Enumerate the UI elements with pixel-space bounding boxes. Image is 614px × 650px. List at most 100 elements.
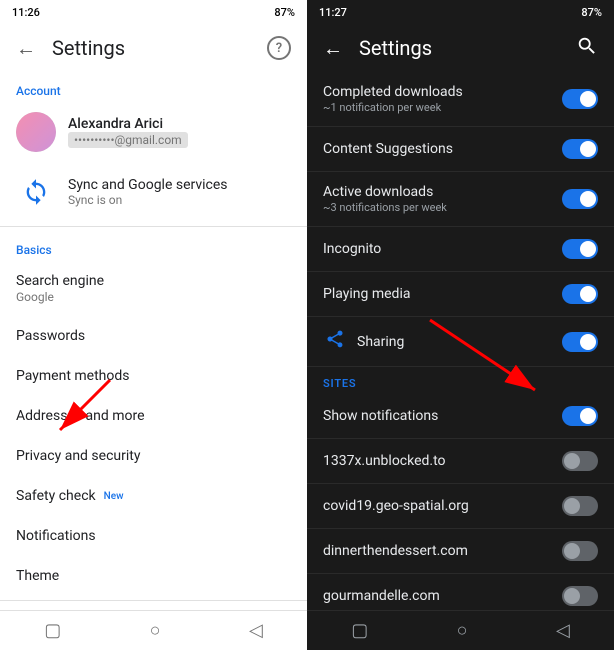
account-row[interactable]: Alexandra Arici ••••••••••@gmail.com [0,102,307,162]
dark-item-left-media: Playing media [323,286,562,302]
top-bar-right: ← Settings [307,24,614,72]
nav-circle-right[interactable]: ○ [457,620,468,641]
battery-right: 87% [581,6,602,19]
toggle-incognito[interactable] [562,239,598,259]
content-suggestions-title: Content Suggestions [323,141,453,157]
item-title-passwords: Passwords [16,328,291,344]
right-panel: 11:27 87% ← Settings Complet [307,0,614,650]
top-bar-left-group: ← Settings [16,36,125,61]
dark-item-site-dinner[interactable]: dinnerthendessert.com [307,529,614,574]
active-downloads-subtitle: ~3 notifications per week [323,201,447,214]
back-arrow-right[interactable]: ← [323,36,343,61]
dark-item-left-incognito: Incognito [323,241,562,257]
completed-downloads-title: Completed downloads [323,84,463,100]
item-title-addresses: Addresses and more [16,408,291,424]
dark-item-sharing[interactable]: Sharing [307,317,614,367]
page-title-right: Settings [359,36,432,60]
dark-item-show-notifications[interactable]: Show notifications [307,394,614,439]
dark-item-left-gourmandelle: gourmandelle.com [323,588,562,604]
section-label-basics: Basics [0,231,307,261]
site-gourmandelle-title: gourmandelle.com [323,588,440,604]
nav-back-left[interactable]: ◁ [249,620,263,641]
back-arrow-left[interactable]: ← [16,36,36,61]
completed-downloads-subtitle: ~1 notification per week [323,101,463,114]
avatar [16,112,56,152]
dark-item-text-gourmandelle: gourmandelle.com [323,588,440,604]
settings-item-safety[interactable]: Safety check New [0,476,307,516]
toggle-playing-media[interactable] [562,284,598,304]
dark-item-text-show-notif: Show notifications [323,408,438,424]
account-info: Alexandra Arici ••••••••••@gmail.com [68,116,188,148]
dark-item-site-1337x[interactable]: 1337x.unblocked.to [307,439,614,484]
settings-item-passwords[interactable]: Passwords [0,316,307,356]
dark-item-left-dinner: dinnerthendessert.com [323,543,562,559]
toggle-show-notifications[interactable] [562,406,598,426]
toggle-active-downloads[interactable] [562,189,598,209]
item-subtitle-search: Google [16,290,291,304]
item-title-theme: Theme [16,568,291,584]
help-icon[interactable]: ? [267,36,291,60]
nav-square-right[interactable]: ▢ [351,620,368,641]
sync-row[interactable]: Sync and Google services Sync is on [0,162,307,222]
account-email: ••••••••••@gmail.com [68,132,188,148]
page-title-left: Settings [52,36,125,60]
status-icons-right: 87% [581,6,602,19]
settings-item-search-engine[interactable]: Search engine Google [0,261,307,316]
dark-item-content-suggestions[interactable]: Content Suggestions [307,127,614,172]
nav-back-right[interactable]: ◁ [556,620,570,641]
left-panel: 11:26 87% ← Settings ? Account Alexandra… [0,0,307,650]
incognito-title: Incognito [323,241,381,257]
divider-2 [0,600,307,601]
sites-section-label: SITES [307,367,614,394]
site-dinner-title: dinnerthendessert.com [323,543,468,559]
avatar-image [16,112,56,152]
dark-item-site-gourmandelle[interactable]: gourmandelle.com [307,574,614,610]
dark-item-left-content: Content Suggestions [323,141,562,157]
settings-item-payment[interactable]: Payment methods [0,356,307,396]
dark-item-incognito[interactable]: Incognito [307,227,614,272]
divider-1 [0,226,307,227]
settings-content-left: Account Alexandra Arici ••••••••••@gmail… [0,72,307,610]
sync-title: Sync and Google services [68,177,228,193]
sharing-icon [323,329,347,354]
toggle-site-dinner[interactable] [562,541,598,561]
toggle-completed-downloads[interactable] [562,89,598,109]
dark-item-text-incognito: Incognito [323,241,381,257]
dark-item-left-active: Active downloads ~3 notifications per we… [323,184,562,214]
status-bar-right: 11:27 87% [307,0,614,24]
status-bar-left: 11:26 87% [0,0,307,24]
time-right: 11:27 [319,6,347,19]
top-bar-right-group: ← Settings [323,36,432,61]
toggle-content-suggestions[interactable] [562,139,598,159]
toggle-site-gourmandelle[interactable] [562,586,598,606]
dark-item-completed-downloads[interactable]: Completed downloads ~1 notification per … [307,72,614,127]
dark-item-text-content: Content Suggestions [323,141,453,157]
toggle-site-covid19[interactable] [562,496,598,516]
item-title-search: Search engine [16,273,291,289]
dark-item-playing-media[interactable]: Playing media [307,272,614,317]
safety-row: Safety check New [16,488,291,504]
item-title-payment: Payment methods [16,368,291,384]
sharing-title: Sharing [357,334,404,350]
settings-item-theme[interactable]: Theme [0,556,307,596]
site-1337x-title: 1337x.unblocked.to [323,453,446,469]
section-label-account: Account [0,72,307,102]
dark-item-site-covid19[interactable]: covid19.geo-spatial.org [307,484,614,529]
dark-item-text-covid19: covid19.geo-spatial.org [323,498,469,514]
dark-item-text-active: Active downloads ~3 notifications per we… [323,184,447,214]
playing-media-title: Playing media [323,286,410,302]
settings-item-notifications[interactable]: Notifications [0,516,307,556]
toggle-sharing[interactable] [562,332,598,352]
nav-circle-left[interactable]: ○ [150,620,161,641]
toggle-site-1337x[interactable] [562,451,598,471]
status-icons-left: 87% [274,6,295,19]
search-icon-right[interactable] [576,35,598,62]
settings-item-privacy[interactable]: Privacy and security [0,436,307,476]
sync-subtitle: Sync is on [68,193,228,207]
nav-square-left[interactable]: ▢ [44,620,61,641]
item-title-notifications: Notifications [16,528,291,544]
item-title-privacy: Privacy and security [16,448,291,464]
dark-item-active-downloads[interactable]: Active downloads ~3 notifications per we… [307,172,614,227]
settings-item-addresses[interactable]: Addresses and more [0,396,307,436]
dark-item-left-1337x: 1337x.unblocked.to [323,453,562,469]
